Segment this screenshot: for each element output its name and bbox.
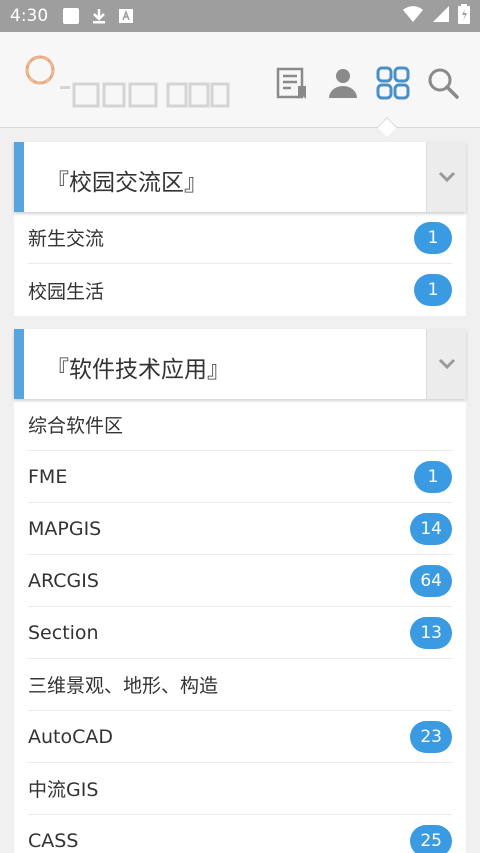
battery-icon <box>458 4 470 28</box>
a-icon <box>118 8 134 24</box>
app-header <box>0 32 480 137</box>
status-bar: 4:30 <box>0 0 480 32</box>
status-time: 4:30 <box>10 6 49 26</box>
list-item[interactable]: Section 13 <box>28 607 452 659</box>
count-badge: 13 <box>410 616 452 649</box>
list-item[interactable]: 校园生活 1 <box>28 264 452 316</box>
section-header[interactable]: 『软件技术应用』 <box>14 329 466 399</box>
download-icon <box>90 7 108 25</box>
logo-wordmark <box>60 82 230 114</box>
item-label: 新生交流 <box>28 228 105 250</box>
item-label: Section <box>28 621 99 644</box>
item-label: 三维景观、地形、构造 <box>28 675 219 697</box>
count-badge: 64 <box>410 564 452 597</box>
list-item[interactable]: ARCGIS 64 <box>28 555 452 607</box>
grid-icon[interactable] <box>376 64 410 102</box>
item-label: CASS <box>28 830 79 852</box>
section-title: 『软件技术应用』 <box>46 357 230 383</box>
item-label: 校园生活 <box>28 280 105 303</box>
count-badge: 25 <box>410 825 452 853</box>
count-badge: 14 <box>410 512 452 545</box>
section-items: 新生交流 1 校园生活 1 <box>14 212 466 316</box>
search-icon[interactable] <box>426 64 460 102</box>
section-header[interactable]: 『校园交流区』 <box>14 142 466 212</box>
list-item[interactable]: 综合软件区 <box>28 399 452 451</box>
list-item[interactable]: 三维景观、地形、构造 <box>28 659 452 711</box>
site-logo[interactable] <box>24 44 230 108</box>
chevron-down-icon[interactable] <box>426 329 466 399</box>
section-title: 『校园交流区』 <box>46 170 207 196</box>
square-icon <box>62 7 80 25</box>
list-item[interactable]: CASS 25 <box>28 815 452 853</box>
item-label: AutoCAD <box>28 725 114 748</box>
list-item[interactable]: 新生交流 1 <box>28 212 452 264</box>
list-item[interactable]: MAPGIS 14 <box>28 503 452 555</box>
count-badge: 1 <box>414 274 452 306</box>
item-label: 综合软件区 <box>28 415 124 437</box>
wifi-icon <box>402 5 424 27</box>
list-item[interactable]: 中流GIS <box>28 763 452 815</box>
user-icon[interactable] <box>326 64 360 102</box>
count-badge: 1 <box>414 460 452 493</box>
item-label: ARCGIS <box>28 569 99 592</box>
item-label: FME <box>28 465 68 488</box>
signal-icon <box>432 5 450 27</box>
count-badge: 23 <box>410 720 452 753</box>
list-item[interactable]: FME 1 <box>28 451 452 503</box>
list-item[interactable]: AutoCAD 23 <box>28 711 452 763</box>
chevron-down-icon[interactable] <box>426 142 466 212</box>
section-software: 『软件技术应用』 综合软件区 FME 1 MAPGIS 14 ARCGIS 64 <box>14 329 466 853</box>
item-label: MAPGIS <box>28 517 102 540</box>
forum-list: 『校园交流区』 新生交流 1 校园生活 1 『软件技术应用』 综合软件区 FME… <box>0 129 480 853</box>
item-label: 中流GIS <box>28 779 99 801</box>
count-badge: 1 <box>414 221 452 254</box>
section-campus: 『校园交流区』 新生交流 1 校园生活 1 <box>14 142 466 316</box>
posts-icon[interactable] <box>276 64 310 102</box>
section-items: 综合软件区 FME 1 MAPGIS 14 ARCGIS 64 Section … <box>14 399 466 853</box>
